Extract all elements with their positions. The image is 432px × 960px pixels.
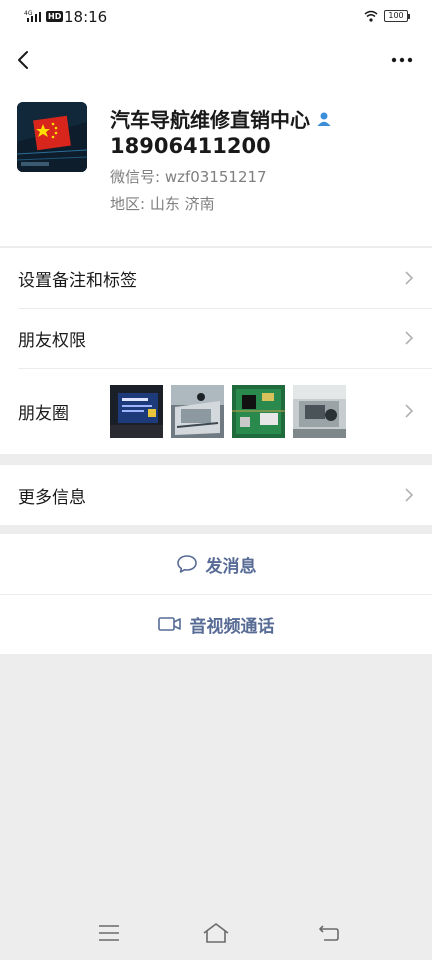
remark-tags-label: 设置备注和标签 xyxy=(18,270,137,291)
hd-badge: HD xyxy=(46,11,64,22)
more-info-group: 更多信息 xyxy=(0,465,432,525)
menu-icon[interactable] xyxy=(98,924,120,942)
region: 地区: 山东 济南 xyxy=(110,195,215,213)
chevron-right-icon xyxy=(405,331,414,345)
wechat-id: 微信号: wzf03151217 xyxy=(110,168,267,186)
system-nav-bar xyxy=(0,910,432,960)
moments-thumbnail[interactable] xyxy=(293,385,346,438)
system-back-icon[interactable] xyxy=(318,924,340,942)
contact-name: 汽车导航维修直销中心 xyxy=(110,108,310,132)
clock: 18:16 xyxy=(64,8,108,26)
video-call-button[interactable]: 音视频通话 xyxy=(0,594,432,654)
friend-permissions-row[interactable]: 朋友权限 xyxy=(0,308,432,368)
name-row: 汽车导航维修直销中心 xyxy=(110,104,332,133)
actions-group: 发消息 音视频通话 xyxy=(0,534,432,654)
wifi-icon xyxy=(364,10,378,22)
back-arrow-icon[interactable] xyxy=(12,48,36,72)
send-message-button[interactable]: 发消息 xyxy=(0,534,432,594)
remark-tags-row[interactable]: 设置备注和标签 xyxy=(0,248,432,308)
profile-header: 汽车导航维修直销中心 18906411200 微信号: wzf03151217 … xyxy=(0,34,432,246)
moments-thumbnail[interactable] xyxy=(232,385,285,438)
moments-thumbnails xyxy=(110,385,346,438)
moments-row[interactable]: 朋友圈 xyxy=(0,368,432,454)
contact-phone: 18906411200 xyxy=(110,134,271,158)
video-camera-icon xyxy=(157,617,181,631)
moments-label: 朋友圈 xyxy=(18,403,69,424)
more-info-label: 更多信息 xyxy=(18,487,86,508)
chevron-right-icon xyxy=(405,271,414,285)
send-message-label: 发消息 xyxy=(205,556,257,577)
chevron-right-icon xyxy=(405,404,414,418)
chevron-right-icon xyxy=(405,488,414,502)
battery-indicator: 100 xyxy=(384,10,410,22)
more-info-row[interactable]: 更多信息 xyxy=(0,465,432,525)
home-icon[interactable] xyxy=(202,922,230,944)
video-call-label: 音视频通话 xyxy=(189,616,275,637)
avatar[interactable] xyxy=(17,102,87,172)
signal-icon: 4G xyxy=(24,10,41,22)
more-options-icon[interactable] xyxy=(388,48,416,72)
network-label: 4G xyxy=(24,10,33,17)
friend-permissions-label: 朋友权限 xyxy=(18,330,86,351)
status-bar: 4G HD 18:16 100 xyxy=(0,0,432,34)
moments-thumbnail[interactable] xyxy=(110,385,163,438)
contact-person-icon xyxy=(317,112,331,126)
chat-bubble-icon xyxy=(176,555,197,573)
settings-group: 设置备注和标签 朋友权限 朋友圈 xyxy=(0,248,432,454)
moments-thumbnail[interactable] xyxy=(171,385,224,438)
